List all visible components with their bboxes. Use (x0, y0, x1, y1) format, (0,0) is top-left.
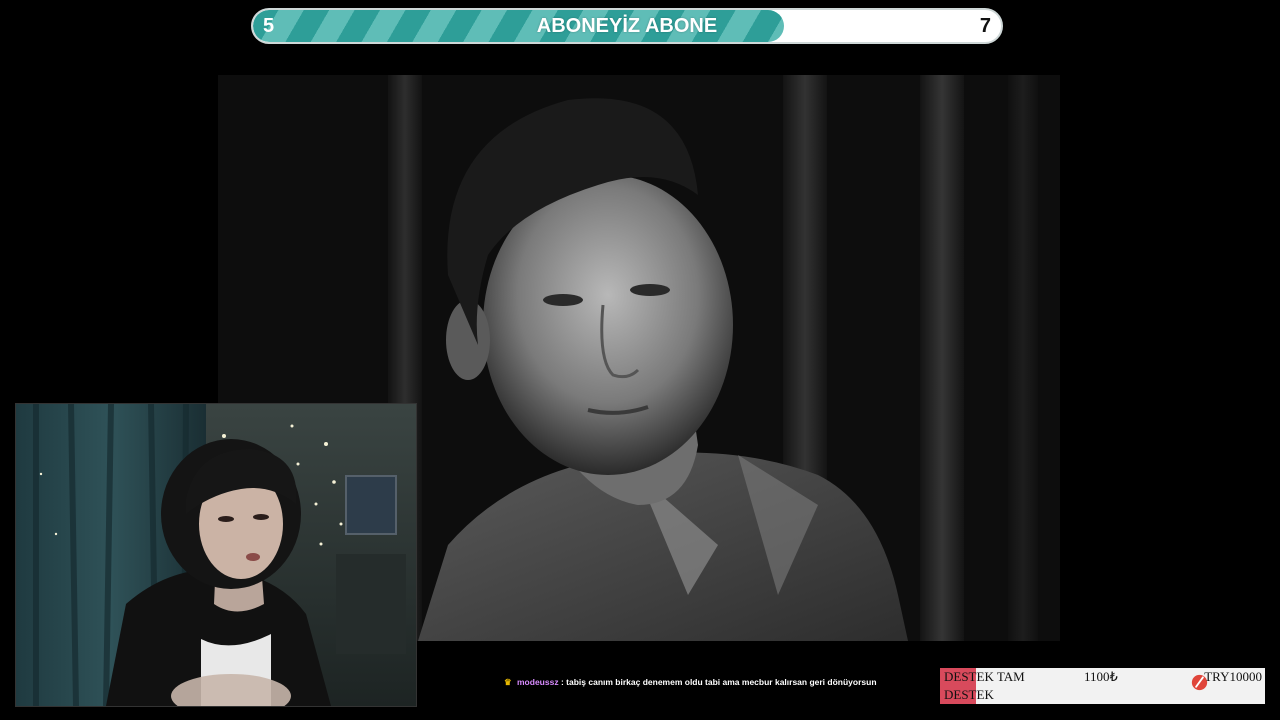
donation-current-amount: 1100₺ (1084, 669, 1118, 684)
chat-text: tabiş canım birkaç denemem oldu tabi ama… (566, 677, 877, 687)
donation-goal-widget: DESTEK TAM DESTEK 1100₺ TRY10000 (940, 668, 1265, 704)
donation-target-amount: TRY10000 (1204, 669, 1262, 684)
donation-title-line1: DESTEK TAM (944, 669, 1025, 684)
webcam-image (16, 404, 416, 706)
stream-overlay: 5 ABONEYİZ ABONE 7 ♛ modeussz: tabiş ca… (0, 0, 1280, 720)
chat-message: ♛ modeussz : tabiş canım birkaç denemem … (504, 675, 924, 689)
goal-target-count: 7 (979, 15, 991, 37)
goal-title: ABONEYİZ ABONE (536, 15, 718, 37)
crown-icon: ♛ (504, 677, 512, 687)
chat-separator: : (560, 677, 564, 687)
chat-username: modeussz (517, 677, 559, 687)
webcam-overlay (15, 403, 417, 707)
subscriber-goal-bar: 5 ABONEYİZ ABONE 7 (251, 8, 1003, 44)
donation-title-line2: DESTEK (944, 687, 994, 702)
